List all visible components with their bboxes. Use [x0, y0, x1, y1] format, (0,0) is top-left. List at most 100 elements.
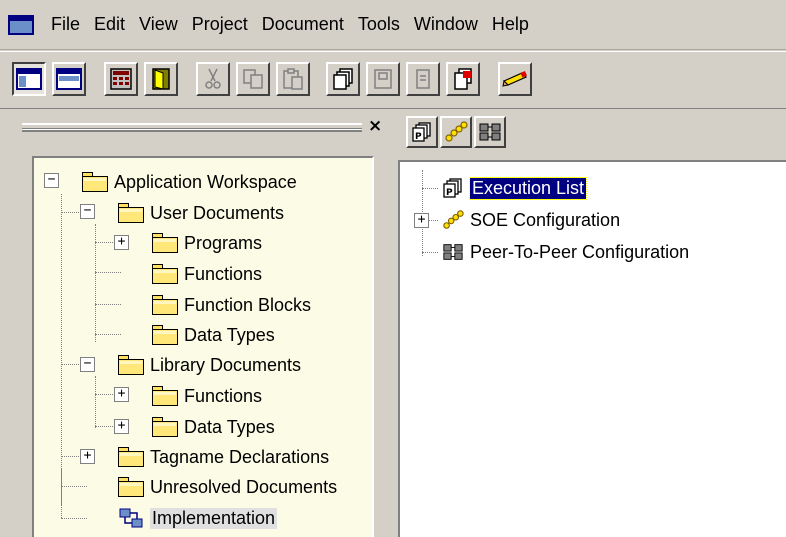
soe-chain-icon: [443, 210, 464, 229]
blank-document-button[interactable]: [406, 62, 440, 96]
tree-node-label: SOE Configuration: [470, 209, 621, 230]
folder-icon: [152, 295, 178, 315]
menu-document[interactable]: Document: [255, 14, 351, 35]
folder-icon: [118, 203, 144, 223]
split-pane-icon: [56, 68, 82, 90]
tree-node-label: Tagname Declarations: [150, 446, 330, 467]
tree-node-unresolved-documents[interactable]: Unresolved Documents: [118, 473, 337, 501]
peer-to-peer-icon: [479, 123, 501, 141]
menu-window[interactable]: Window: [407, 14, 485, 35]
save-document-button[interactable]: [366, 62, 400, 96]
implementation-icon: [119, 508, 143, 528]
pencil-button[interactable]: [498, 62, 532, 96]
collapse-toggle[interactable]: −: [80, 357, 95, 372]
expand-toggle[interactable]: +: [114, 419, 129, 434]
tree-node-label: Execution List: [468, 176, 588, 200]
peer-to-peer-tool-button[interactable]: [474, 116, 506, 148]
execution-list-icon: P: [412, 122, 431, 142]
cut-button[interactable]: [196, 62, 230, 96]
copy-icon: [243, 69, 263, 89]
stacked-documents-button[interactable]: [326, 62, 360, 96]
menu-bar: File Edit View Project Document Tools Wi…: [0, 0, 786, 50]
tree-node-label: Functions: [184, 263, 263, 284]
tree-node-label: Function Blocks: [184, 294, 312, 315]
tree-node-function-blocks[interactable]: Function Blocks: [152, 291, 311, 319]
close-panel-icon[interactable]: ×: [368, 116, 382, 136]
save-document-icon: [374, 69, 392, 89]
collapse-toggle[interactable]: −: [44, 173, 59, 188]
svg-text:P: P: [446, 188, 453, 198]
soe-tool-button[interactable]: [440, 116, 472, 148]
expand-toggle[interactable]: +: [114, 387, 129, 402]
folder-icon: [152, 233, 178, 253]
exit-door-icon: [152, 68, 170, 90]
exit-button[interactable]: [144, 62, 178, 96]
svg-text:P: P: [415, 132, 422, 142]
configuration-tree: + P Execution List SOE Configuration Pee…: [398, 160, 786, 537]
soe-chain-icon: [445, 121, 468, 142]
split-pane-button[interactable]: [52, 62, 86, 96]
tree-node-label: Functions: [184, 385, 263, 406]
stacked-documents-icon: [333, 68, 353, 90]
menu-view[interactable]: View: [132, 14, 185, 35]
tree-node-library-documents[interactable]: Library Documents: [118, 351, 301, 379]
tree-node-programs[interactable]: Programs: [152, 229, 262, 257]
folder-icon: [152, 386, 178, 406]
main-toolbar: [0, 51, 786, 109]
folder-icon: [152, 264, 178, 284]
folder-icon: [118, 477, 144, 497]
paste-button[interactable]: [276, 62, 310, 96]
tree-node-label: Data Types: [184, 416, 275, 437]
paste-icon: [283, 68, 303, 90]
expand-toggle[interactable]: +: [80, 449, 95, 464]
folder-icon: [118, 447, 144, 467]
menu-help[interactable]: Help: [485, 14, 536, 35]
cut-icon: [205, 68, 221, 89]
calculator-icon: [110, 68, 132, 90]
tree-node-tagname-declarations[interactable]: Tagname Declarations: [118, 443, 329, 471]
window-layout-icon: [16, 68, 42, 90]
tree-node-execution-list[interactable]: P Execution List: [442, 174, 588, 202]
peer-to-peer-icon: [443, 244, 463, 260]
menu-tools[interactable]: Tools: [351, 14, 407, 35]
blank-document-icon: [416, 69, 430, 89]
tree-node-label: User Documents: [150, 202, 285, 223]
tree-node-implementation[interactable]: Implementation: [118, 504, 278, 532]
tree-node-library-functions[interactable]: Functions: [152, 382, 262, 410]
tree-node-data-types[interactable]: Data Types: [152, 321, 275, 349]
tree-node-application-workspace[interactable]: Application Workspace: [82, 168, 297, 196]
folder-icon: [118, 355, 144, 375]
tree-node-user-documents[interactable]: User Documents: [118, 199, 284, 227]
collapse-toggle[interactable]: −: [80, 204, 95, 219]
tree-node-peer-to-peer-configuration[interactable]: Peer-To-Peer Configuration: [442, 238, 689, 266]
tree-node-label: Unresolved Documents: [150, 476, 338, 497]
workspace-tree: − − + − + + + Application Workspace User…: [32, 156, 374, 537]
expand-toggle[interactable]: +: [414, 213, 429, 228]
document-tag-button[interactable]: [446, 62, 480, 96]
execution-list-tool-button[interactable]: P: [406, 116, 438, 148]
tree-node-label: Programs: [184, 232, 263, 253]
tree-node-functions[interactable]: Functions: [152, 260, 262, 288]
pencil-icon: [502, 70, 528, 87]
tree-node-soe-configuration[interactable]: SOE Configuration: [442, 206, 620, 234]
folder-icon: [152, 325, 178, 345]
execution-list-icon: P: [443, 178, 462, 198]
calculator-button[interactable]: [104, 62, 138, 96]
tree-node-label: Library Documents: [150, 354, 302, 375]
panel-grip[interactable]: [22, 123, 362, 132]
copy-button[interactable]: [236, 62, 270, 96]
menu-file[interactable]: File: [44, 14, 87, 35]
window-layout-button[interactable]: [12, 62, 46, 96]
document-tag-icon: [454, 68, 472, 90]
tree-node-label: Implementation: [150, 507, 278, 529]
tree-node-label: Application Workspace: [114, 171, 297, 192]
folder-icon: [152, 417, 178, 437]
tree-node-label: Peer-To-Peer Configuration: [470, 241, 690, 262]
tree-node-library-data-types[interactable]: Data Types: [152, 413, 275, 441]
window-system-icon[interactable]: [8, 14, 34, 35]
menu-edit[interactable]: Edit: [87, 14, 132, 35]
menu-project[interactable]: Project: [185, 14, 255, 35]
tree-node-label: Data Types: [184, 324, 275, 345]
folder-icon: [82, 172, 108, 192]
expand-toggle[interactable]: +: [114, 235, 129, 250]
